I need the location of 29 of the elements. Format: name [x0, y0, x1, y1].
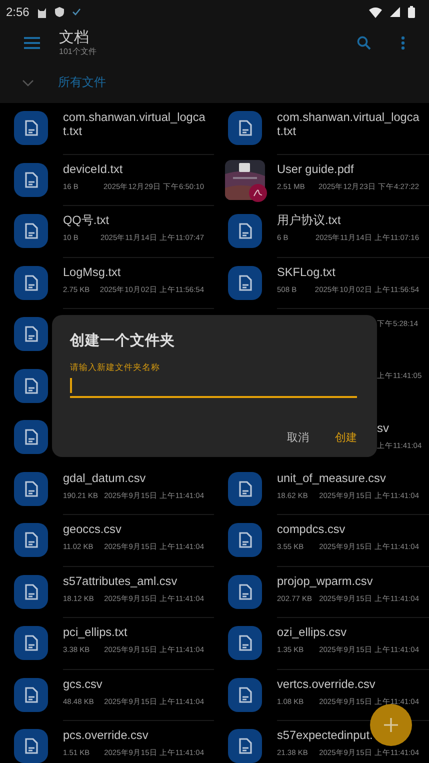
field-label: 请输入新建文件夹名称	[70, 362, 160, 374]
file-name: com.shanwan.virtual_logcat.txt	[277, 110, 420, 138]
file-name: LogMsg.txt	[63, 264, 122, 278]
file-name: s57attributes_aml.csv	[63, 574, 178, 588]
file-name: unit_of_measure.csv	[277, 470, 387, 484]
file-name: gcs.csv	[63, 676, 104, 690]
file-name: projop_wparm.csv	[277, 574, 374, 588]
create-button[interactable]: 创建	[335, 430, 357, 445]
file-name: vertcs.override.csv	[277, 676, 376, 690]
dialog-title: 创建一个文件夹	[70, 332, 176, 350]
cancel-button[interactable]: 取消	[287, 430, 309, 445]
file-name: SKFLog.txt	[277, 264, 336, 278]
file-name: User guide.pdf	[277, 162, 355, 176]
file-name: QQ号.txt	[63, 213, 110, 227]
file-name: sv	[377, 422, 390, 435]
file-name: pci_ellips.txt	[63, 625, 128, 639]
file-name: pcs.override.csv	[63, 728, 150, 742]
file-name: deviceId.txt	[63, 162, 124, 176]
app-title: 文档	[59, 29, 90, 47]
file-name: geoccs.csv	[63, 522, 122, 536]
file-count: 101个文件	[59, 47, 98, 57]
file-name: com.shanwan.virtual_logcat.txt	[63, 110, 206, 138]
file-name: gdal_datum.csv	[63, 470, 147, 484]
filter-tab[interactable]: 所有文件	[58, 74, 106, 91]
file-name: ozi_ellips.csv	[277, 625, 348, 639]
status-time: 2:56	[6, 5, 30, 19]
file-name: 用户协议.txt	[277, 213, 342, 227]
file-name: compdcs.csv	[277, 522, 346, 536]
file-name: s57expectedinput.	[277, 728, 374, 742]
